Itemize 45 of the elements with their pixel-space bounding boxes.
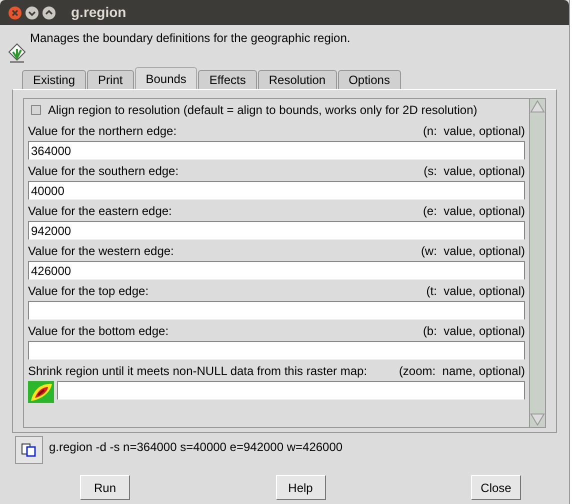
tab[interactable]: Resolution — [258, 70, 337, 89]
input-field[interactable]: 364000 — [28, 141, 525, 160]
field-hint: (s: value, optional) — [424, 162, 525, 180]
copy-button[interactable] — [15, 436, 43, 464]
scroll-down-icon[interactable] — [530, 413, 545, 427]
field-label: Value for the top edge: — [28, 282, 149, 300]
field-label: Value for the northern edge: — [28, 122, 177, 140]
dialog-button[interactable]: Close — [471, 475, 521, 500]
maximize-icon[interactable] — [42, 6, 56, 20]
field-label: Value for the eastern edge: — [28, 202, 172, 220]
checkbox[interactable] — [31, 104, 41, 114]
dialog-button[interactable]: Run — [80, 475, 130, 500]
minimize-icon[interactable] — [25, 6, 39, 20]
raster-map-icon[interactable] — [28, 381, 54, 403]
grass-icon — [8, 43, 26, 63]
description-text: Manages the boundary definitions for the geographic region. — [30, 30, 350, 47]
field-label: Value for the bottom edge: — [28, 322, 169, 340]
field-hint: (zoom: name, optional) — [398, 362, 525, 380]
copy-icon — [21, 443, 37, 457]
scroll-up-icon[interactable] — [530, 99, 545, 113]
field-label: Value for the southern edge: — [28, 162, 179, 180]
field-hint: (e: value, optional) — [422, 202, 525, 220]
scrollbar[interactable] — [529, 99, 545, 427]
input-field[interactable]: 426000 — [28, 261, 525, 280]
field-label: Shrink region until it meets non-NULL data from this raster map: — [28, 362, 368, 380]
field-hint: (n: value, optional) — [422, 122, 525, 140]
field-hint: (t: value, optional) — [426, 282, 525, 300]
input-field[interactable]: 942000 — [28, 221, 525, 240]
checkbox-label: Align region to resolution (default = align to bounds, works only for 2D resolution) — [48, 102, 478, 118]
input-field[interactable] — [57, 381, 525, 400]
command-text: g.region -d -s n=364000 s=40000 e=942000 w=426000 — [49, 439, 343, 456]
field-hint: (b: value, optional) — [422, 322, 525, 340]
input-field[interactable] — [28, 341, 525, 360]
field-hint: (w: value, optional) — [420, 242, 525, 260]
tab[interactable]: Print — [87, 70, 134, 89]
tab[interactable]: Effects — [198, 70, 257, 89]
field-label: Value for the western edge: — [28, 242, 174, 260]
close-icon[interactable] — [8, 6, 22, 20]
input-field[interactable]: 40000 — [28, 181, 525, 200]
input-field[interactable] — [28, 301, 525, 320]
dialog-button[interactable]: Help — [276, 475, 326, 500]
tab[interactable]: Options — [338, 70, 401, 89]
tab[interactable]: Existing — [22, 70, 86, 89]
window-title: g.region — [71, 3, 126, 22]
tab[interactable]: Bounds — [134, 67, 198, 89]
